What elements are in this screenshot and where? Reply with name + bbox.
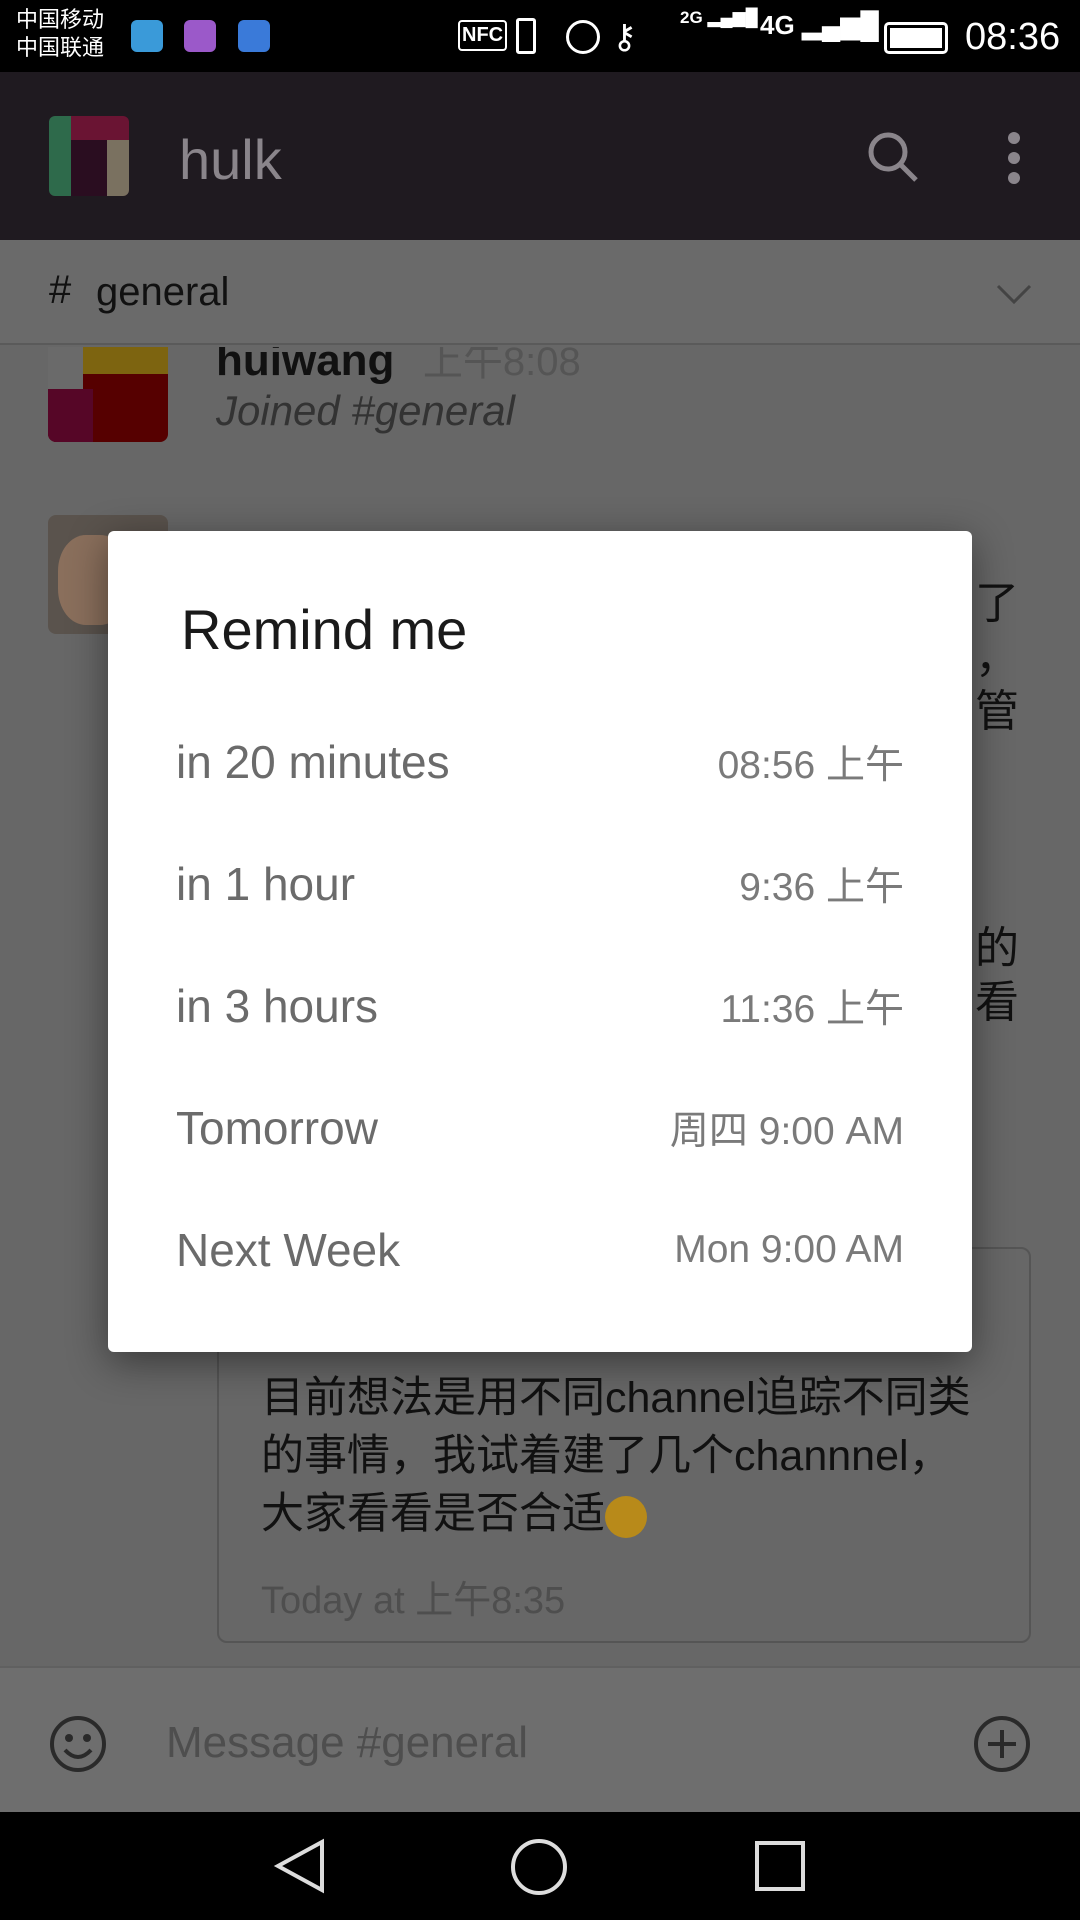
emoji-icon[interactable]	[48, 1714, 108, 1774]
channel-hash-icon: #	[49, 268, 72, 312]
grinning-emoji-icon	[605, 1495, 647, 1538]
option-time: Mon 9:00 AM	[674, 1228, 904, 1271]
partial-message-text: 的看	[975, 924, 1019, 1027]
alarm-icon	[566, 20, 600, 54]
remind-option-3-hours[interactable]: in 3 hours 11:36 上午	[176, 956, 904, 1056]
team-name[interactable]: hulk	[179, 127, 282, 192]
carrier-1: 中国移动	[16, 7, 105, 32]
option-label: Tomorrow	[176, 1102, 378, 1154]
avatar[interactable]	[48, 347, 168, 442]
carrier-2: 中国联通	[16, 35, 105, 60]
message-time: 上午8:08	[422, 347, 581, 384]
clock: 08:36	[965, 16, 1061, 58]
remind-option-1-hour[interactable]: in 1 hour 9:36 上午	[176, 834, 904, 934]
app-bar: hulk	[0, 72, 1080, 240]
shared-message-text: 目前想法是用不同channel追踪不同类 的事情，我试着建了几个channnel…	[261, 1374, 971, 1538]
message-author[interactable]: huiwang	[216, 347, 394, 385]
remind-me-dialog: Remind me in 20 minutes 08:56 上午 in 1 hou…	[108, 531, 972, 1352]
dialog-title: Remind me	[181, 598, 468, 661]
team-logo[interactable]	[49, 116, 129, 196]
option-label: in 20 minutes	[176, 736, 450, 788]
partial-message-text: 了，管	[975, 579, 1019, 736]
remind-option-tomorrow[interactable]: Tomorrow 周四 9:00 AM	[176, 1078, 904, 1178]
message-composer	[0, 1666, 1080, 1812]
option-label: in 1 hour	[176, 858, 356, 910]
option-time: 11:36 上午	[720, 988, 904, 1031]
channel-name: general	[96, 270, 230, 314]
option-time: 08:56 上午	[717, 744, 904, 787]
signal-4g-icon: 2G4G ▂▄▆█	[760, 10, 879, 40]
vibrate-icon	[516, 18, 536, 54]
message-text: Joined #general	[216, 387, 515, 434]
vpn-key-icon: ⚷	[612, 18, 637, 56]
option-label: Next Week	[176, 1224, 401, 1276]
nfc-icon: NFC	[458, 20, 508, 51]
message-input[interactable]	[166, 1708, 946, 1778]
battery-icon	[884, 22, 948, 54]
channel-header[interactable]: # general	[0, 240, 1080, 345]
more-options-icon[interactable]	[1006, 130, 1022, 191]
option-time: 周四 9:00 AM	[669, 1110, 904, 1153]
option-time: 9:36 上午	[739, 866, 904, 909]
back-icon[interactable]	[272, 1838, 328, 1894]
chevron-down-icon[interactable]	[996, 284, 1032, 306]
remind-option-20-minutes[interactable]: in 20 minutes 08:56 上午	[176, 712, 904, 812]
navigation-bar	[0, 1812, 1080, 1920]
recents-icon[interactable]	[754, 1840, 806, 1892]
shared-message-time: Today at 上午8:35	[261, 1580, 566, 1622]
gallery-icon	[184, 20, 216, 52]
wifi-app-icon	[238, 20, 270, 52]
search-icon[interactable]	[866, 130, 918, 182]
signal-2g-icon: 2G ▂▄▆█	[680, 8, 758, 27]
status-bar: 中国移动 中国联通 NFC ⚷ 2G ▂▄▆█ 2G4G ▂▄▆█ 08:36	[0, 0, 1080, 72]
option-label: in 3 hours	[176, 980, 379, 1032]
home-icon[interactable]	[510, 1838, 568, 1896]
heart-app-icon	[131, 20, 163, 52]
add-icon[interactable]	[972, 1714, 1032, 1774]
remind-option-next-week[interactable]: Next Week Mon 9:00 AM	[176, 1200, 904, 1300]
